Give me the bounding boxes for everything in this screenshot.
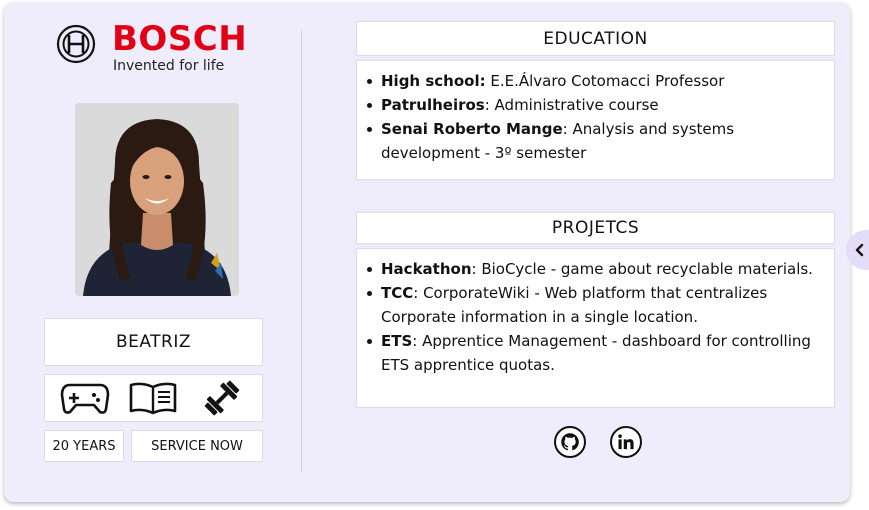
service-label: SERVICE NOW: [151, 438, 243, 454]
age-label: 20 YEARS: [52, 438, 116, 454]
profile-name: BEATRIZ: [115, 332, 192, 352]
brand-name: BOSCH: [112, 19, 248, 59]
service-badge: SERVICE NOW: [131, 430, 263, 462]
brand-tagline: Invented for life: [113, 58, 225, 74]
education-item: Patrulheiros: Administrative course: [367, 93, 824, 117]
education-title-box: EDUCATION: [356, 21, 835, 56]
project-item: Hackathon: BioCycle - game about recycla…: [367, 257, 824, 281]
dumbbell-icon: [197, 379, 247, 417]
linkedin-icon[interactable]: [610, 426, 642, 458]
project-item: ETS: Apprentice Management - dashboard f…: [367, 329, 824, 377]
project-item: TCC: CorporateWiki - Web platform that c…: [367, 281, 824, 329]
profile-card: BOSCH Invented for life BEATRIZ 20 YEARS…: [4, 2, 850, 502]
column-divider: [301, 30, 302, 472]
education-item: Senai Roberto Mange: Analysis and system…: [367, 117, 824, 165]
projects-title: PROJETCS: [551, 218, 640, 238]
chevron-left-icon: [855, 243, 864, 257]
education-body: High school: E.E.Álvaro Cotomacci Profes…: [356, 60, 835, 180]
github-icon[interactable]: [554, 426, 586, 458]
profile-photo: [75, 103, 239, 296]
projects-title-box: PROJETCS: [356, 212, 835, 244]
bosch-logo: BOSCH Invented for life: [56, 19, 248, 76]
education-item: High school: E.E.Álvaro Cotomacci Profes…: [367, 69, 824, 93]
age-badge: 20 YEARS: [44, 430, 124, 462]
name-box: BEATRIZ: [44, 318, 263, 366]
hobbies-box: [44, 374, 263, 422]
projects-body: Hackathon: BioCycle - game about recycla…: [356, 248, 835, 408]
gamepad-icon: [60, 379, 110, 417]
education-title: EDUCATION: [543, 28, 648, 49]
bosch-armature-icon: [56, 24, 96, 64]
book-icon: [128, 379, 178, 417]
